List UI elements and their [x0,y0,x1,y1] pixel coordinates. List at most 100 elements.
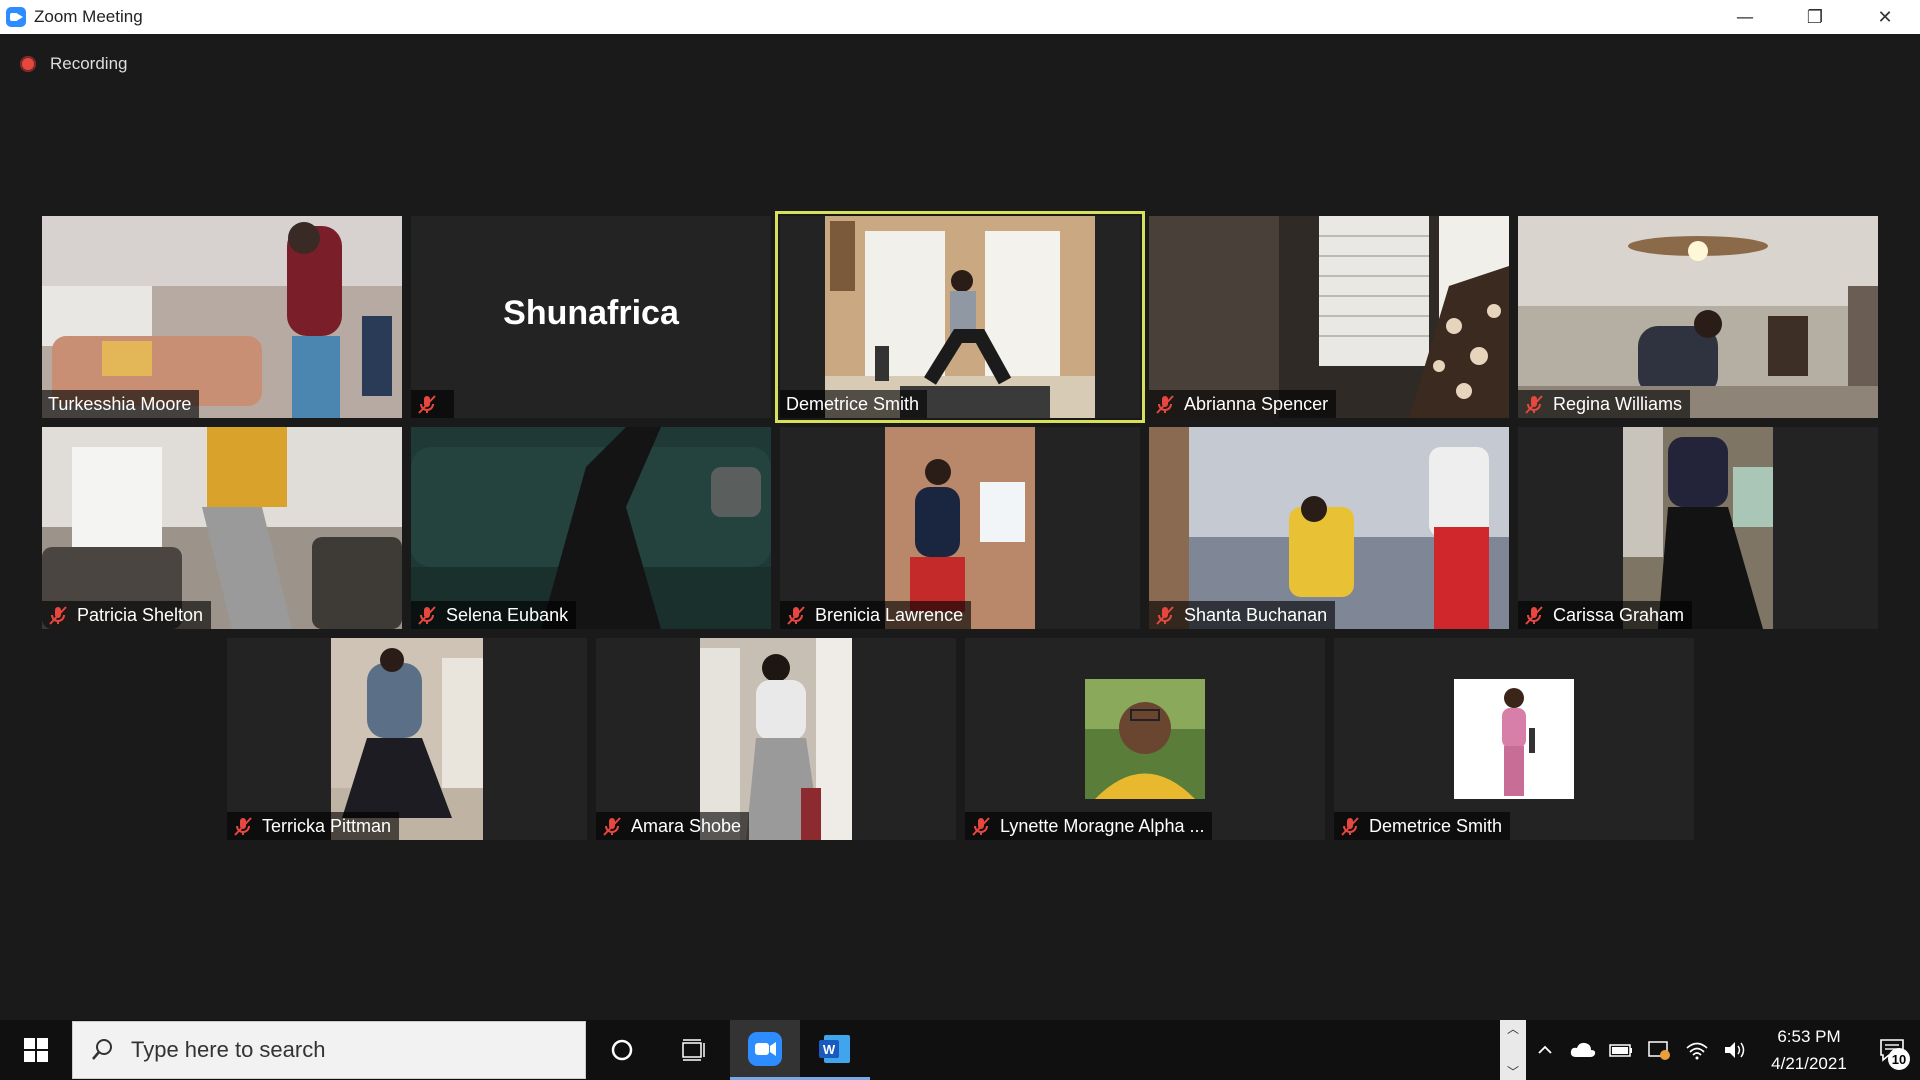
participant-video [411,427,771,629]
participant-name: Abrianna Spencer [1184,393,1329,414]
participant-name: Selena Eubank [446,604,569,625]
task-view-button[interactable] [658,1020,730,1080]
participant-tile[interactable]: Shanta Buchanan [1149,427,1509,629]
search-icon [92,1039,112,1060]
taskbar-clock[interactable]: 6:53 PM 4/21/2021 [1754,1023,1864,1077]
chevron-up-icon [1538,1045,1552,1054]
network-tray[interactable] [1678,1020,1716,1080]
profile-picture [965,638,1325,840]
window-controls: — ❐ ✕ [1710,0,1920,34]
participant-name-bar: Demetrice Smith [1334,812,1511,840]
participant-name: Amara Shobe [631,815,742,836]
participant-tile[interactable]: Selena Eubank [411,427,771,629]
participant-tile[interactable]: Terricka Pittman [227,638,587,840]
participant-tile[interactable]: Regina Williams [1518,216,1878,418]
close-button[interactable]: ✕ [1850,0,1920,34]
chevron-down-icon[interactable]: ﹀ [1507,1063,1519,1080]
participant-name-bar: Terricka Pittman [227,812,400,840]
cortana-circle-icon [611,1039,633,1061]
participant-name: Demetrice Smith [786,393,920,414]
restore-button[interactable]: ❐ [1780,0,1850,34]
notification-count-badge: 10 [1888,1048,1910,1070]
participant-name: Shanta Buchanan [1184,604,1328,625]
volume-tray[interactable] [1716,1020,1754,1080]
participant-video [1149,216,1509,418]
window-titlebar: Zoom Meeting — ❐ ✕ [0,0,1920,34]
onedrive-tray[interactable] [1564,1020,1602,1080]
taskbar-scroll-arrows[interactable]: ︿ ﹀ [1500,1020,1526,1080]
participant-display-name: Shunafrica [503,294,679,332]
participant-tile[interactable]: Carissa Graham [1518,427,1878,629]
taskbar-search-box[interactable]: Type here to search [72,1021,586,1079]
participant-tile[interactable]: Demetrice Smith [1334,638,1694,840]
taskbar-word-app[interactable]: W [800,1020,870,1080]
participant-name-bar: Regina Williams [1518,390,1691,418]
window-title: Zoom Meeting [34,7,143,26]
participant-video [1149,427,1509,629]
mic-muted-icon [972,817,990,836]
mic-muted-icon [418,606,436,625]
participant-tile[interactable]: Lynette Moragne Alpha ... [965,638,1325,840]
participant-name-bar: Abrianna Spencer [1149,390,1337,418]
participant-name-bar: Patricia Shelton [42,601,212,629]
windows-taskbar: Type here to search W ︿ ﹀ 6:53 PM 4/21/2… [0,1020,1920,1080]
participant-tile[interactable]: Patricia Shelton [42,427,402,629]
task-view-icon [682,1039,705,1061]
recording-dot-icon [20,56,36,72]
participant-video [596,638,956,840]
wifi-icon [1686,1042,1708,1060]
action-center-button[interactable]: 10 [1864,1020,1920,1080]
participant-tile[interactable]: Amara Shobe [596,638,956,840]
participant-name-bar [411,390,454,418]
participant-name-bar: Carissa Graham [1518,601,1693,629]
clock-time: 6:53 PM [1777,1027,1841,1046]
search-placeholder: Type here to search [131,1037,326,1062]
mic-muted-icon [603,817,621,836]
participant-video [42,216,402,418]
show-hidden-icons-button[interactable] [1526,1020,1564,1080]
participant-video [1518,427,1878,629]
profile-picture [1334,638,1694,840]
start-button[interactable] [0,1020,72,1080]
participant-video [780,427,1140,629]
participant-name: Brenicia Lawrence [815,604,964,625]
onedrive-cloud-icon [1570,1042,1596,1057]
participant-video [1518,216,1878,418]
mic-muted-icon [418,395,436,414]
participant-name: Lynette Moragne Alpha ... [1000,815,1205,836]
battery-tray[interactable] [1602,1020,1640,1080]
taskbar-zoom-app[interactable] [730,1020,800,1080]
clock-date: 4/21/2021 [1771,1054,1847,1073]
mic-muted-icon [234,817,252,836]
minimize-button[interactable]: — [1710,0,1780,34]
participant-tile[interactable]: Brenicia Lawrence [780,427,1140,629]
chevron-up-icon[interactable]: ︿ [1507,1020,1519,1037]
participant-name: Terricka Pittman [262,815,392,836]
participant-tile[interactable]: Shunafrica [411,216,771,418]
zoom-app-icon [748,1031,782,1066]
participant-name-bar: Turkesshia Moore [42,390,200,418]
speaker-volume-icon [1725,1042,1745,1058]
participant-tile[interactable]: Turkesshia Moore [42,216,402,418]
participant-video [227,638,587,840]
participant-video [780,216,1140,418]
mic-muted-icon [787,606,805,625]
participant-video [42,427,402,629]
svg-text:W: W [823,1042,836,1057]
update-tray[interactable] [1640,1020,1678,1080]
participant-name: Carissa Graham [1553,604,1685,625]
mic-muted-icon [1156,395,1174,414]
participant-name-bar: Lynette Moragne Alpha ... [965,812,1213,840]
cortana-button[interactable] [586,1020,658,1080]
participant-name-bar: Shanta Buchanan [1149,601,1336,629]
mic-muted-icon [1341,817,1359,836]
participant-tile[interactable]: Abrianna Spencer [1149,216,1509,418]
participant-name: Regina Williams [1553,393,1683,414]
zoom-app-icon [6,7,26,27]
participant-tile-active-speaker[interactable]: Demetrice Smith [775,211,1145,423]
participant-name: Demetrice Smith [1369,815,1503,836]
mic-muted-icon [49,606,67,625]
mic-muted-icon [1156,606,1174,625]
recording-indicator[interactable]: Recording [20,54,128,74]
participant-name-bar: Selena Eubank [411,601,577,629]
